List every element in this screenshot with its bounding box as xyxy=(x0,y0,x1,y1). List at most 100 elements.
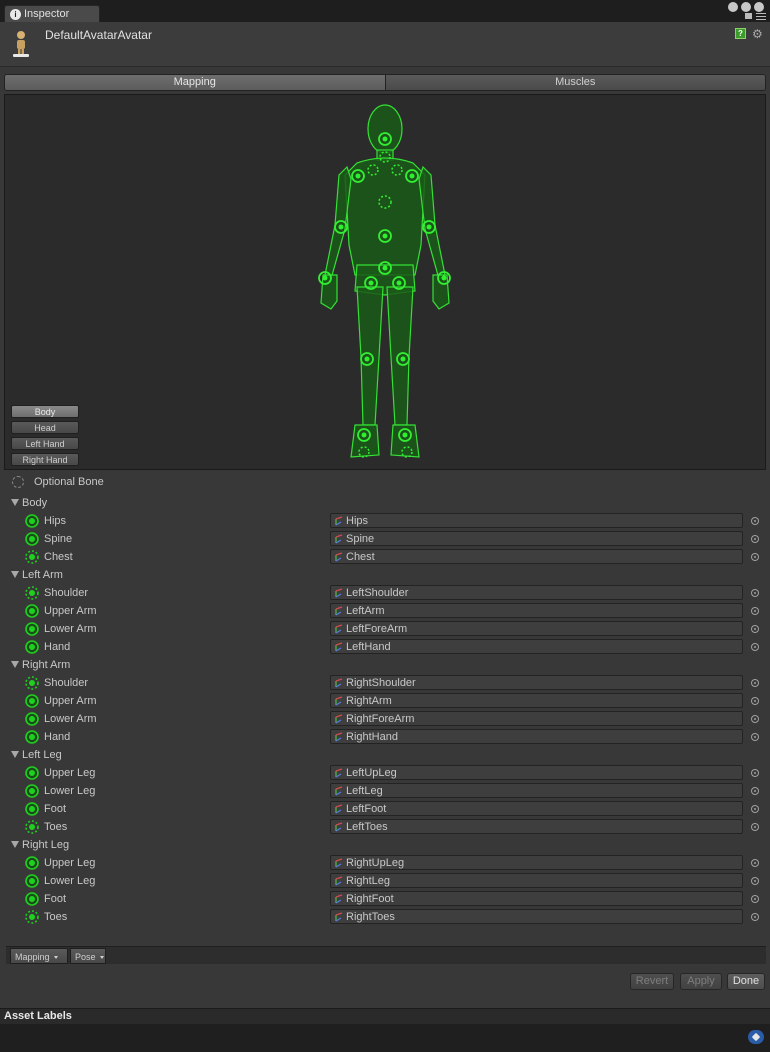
bone-row: Shoulder LeftShoulder xyxy=(0,584,770,602)
head-view-button[interactable]: Head xyxy=(11,421,79,434)
optional-bone-status-icon xyxy=(25,586,39,600)
bone-group-header[interactable]: Body xyxy=(0,494,770,512)
bone-transform-field[interactable]: LeftFoot xyxy=(330,801,743,816)
bone-transform-field[interactable]: RightUpLeg xyxy=(330,855,743,870)
bone-transform-field[interactable]: LeftUpLeg xyxy=(330,765,743,780)
bone-transform-field[interactable]: LeftLeg xyxy=(330,783,743,798)
apply-button[interactable]: Apply xyxy=(680,973,722,990)
bone-row: Upper Leg LeftUpLeg xyxy=(0,764,770,782)
object-picker-icon[interactable] xyxy=(751,877,759,885)
object-picker-icon[interactable] xyxy=(751,589,759,597)
bone-transform-value: LeftToes xyxy=(346,821,388,833)
object-picker-icon[interactable] xyxy=(751,787,759,795)
bone-name: Upper Arm xyxy=(44,695,97,707)
done-button[interactable]: Done xyxy=(727,973,765,990)
object-picker-icon[interactable] xyxy=(751,805,759,813)
foldout-arrow-icon[interactable] xyxy=(11,841,19,848)
inspector-header: DefaultAvatarAvatar ? ⚙ xyxy=(0,22,770,67)
mode-toggle: Mapping Muscles xyxy=(4,74,766,91)
foldout-arrow-icon[interactable] xyxy=(11,661,19,668)
bone-status-icon xyxy=(25,874,39,888)
bone-transform-value: LeftLeg xyxy=(346,785,383,797)
right-hand-view-button[interactable]: Right Hand xyxy=(11,453,79,466)
bone-name: Chest xyxy=(44,551,73,563)
bone-transform-field[interactable]: LeftForeArm xyxy=(330,621,743,636)
bone-transform-field[interactable]: RightArm xyxy=(330,693,743,708)
bone-group-header[interactable]: Left Arm xyxy=(0,566,770,584)
bone-group-header[interactable]: Left Leg xyxy=(0,746,770,764)
tab-muscles[interactable]: Muscles xyxy=(384,75,765,90)
object-picker-icon[interactable] xyxy=(751,823,759,831)
object-picker-icon[interactable] xyxy=(751,859,759,867)
bone-transform-value: RightShoulder xyxy=(346,677,416,689)
object-picker-icon[interactable] xyxy=(751,517,759,525)
bone-group-header[interactable]: Right Arm xyxy=(0,656,770,674)
transform-icon xyxy=(334,588,344,598)
legend-label: Optional Bone xyxy=(34,476,104,488)
object-picker-icon[interactable] xyxy=(751,697,759,705)
close-button[interactable] xyxy=(754,2,764,12)
bone-transform-field[interactable]: Hips xyxy=(330,513,743,528)
bone-row: Spine Spine xyxy=(0,530,770,548)
bone-transform-value: RightLeg xyxy=(346,875,391,887)
tab-inspector[interactable]: i Inspector xyxy=(4,5,100,22)
help-icon[interactable]: ? xyxy=(735,28,746,39)
object-picker-icon[interactable] xyxy=(751,553,759,561)
object-picker-icon[interactable] xyxy=(751,895,759,903)
object-picker-icon[interactable] xyxy=(751,625,759,633)
menu-icon[interactable] xyxy=(756,13,766,20)
bone-transform-field[interactable]: Spine xyxy=(330,531,743,546)
bone-row: Chest Chest xyxy=(0,548,770,566)
bone-name: Foot xyxy=(44,893,67,905)
object-picker-icon[interactable] xyxy=(751,733,759,741)
tab-mapping[interactable]: Mapping xyxy=(5,75,385,90)
object-picker-icon[interactable] xyxy=(751,913,759,921)
object-picker-icon[interactable] xyxy=(751,535,759,543)
bone-transform-field[interactable]: RightLeg xyxy=(330,873,743,888)
bone-transform-field[interactable]: LeftHand xyxy=(330,639,743,654)
foldout-arrow-icon[interactable] xyxy=(11,499,19,506)
optional-bone-status-icon xyxy=(25,676,39,690)
gear-icon[interactable]: ⚙ xyxy=(752,28,764,40)
bone-transform-field[interactable]: LeftToes xyxy=(330,819,743,834)
bone-group-title: Left Leg xyxy=(22,749,62,761)
chevron-down-icon xyxy=(99,956,104,960)
pose-dropdown[interactable]: Pose xyxy=(70,948,106,964)
left-hand-view-button[interactable]: Left Hand xyxy=(11,437,79,450)
bone-transform-field[interactable]: LeftArm xyxy=(330,603,743,618)
bone-transform-field[interactable]: RightFoot xyxy=(330,891,743,906)
bone-transform-field[interactable]: LeftShoulder xyxy=(330,585,743,600)
mapping-dropdown-label: Mapping xyxy=(15,952,50,962)
object-picker-icon[interactable] xyxy=(751,643,759,651)
foldout-arrow-icon[interactable] xyxy=(11,571,19,578)
tag-icon[interactable] xyxy=(748,1030,764,1044)
bone-transform-field[interactable]: RightHand xyxy=(330,729,743,744)
mapping-toolbar: Mapping Pose xyxy=(6,946,766,964)
bone-name: Lower Arm xyxy=(44,623,97,635)
bone-group-header[interactable]: Right Leg xyxy=(0,836,770,854)
bone-transform-field[interactable]: RightForeArm xyxy=(330,711,743,726)
optional-bone-status-icon xyxy=(25,550,39,564)
bone-transform-field[interactable]: Chest xyxy=(330,549,743,564)
transform-icon xyxy=(334,606,344,616)
avatar-viewport[interactable]: Body Head Left Hand Right Hand xyxy=(4,94,766,470)
bone-transform-value: Spine xyxy=(346,533,375,545)
revert-button[interactable]: Revert xyxy=(630,973,674,990)
object-picker-icon[interactable] xyxy=(751,715,759,723)
chevron-down-icon xyxy=(53,956,58,960)
mapping-dropdown[interactable]: Mapping xyxy=(10,948,68,964)
lock-icon[interactable] xyxy=(745,13,752,19)
bone-name: Toes xyxy=(44,911,68,923)
info-icon: i xyxy=(10,9,21,20)
bone-transform-field[interactable]: RightShoulder xyxy=(330,675,743,690)
body-view-button[interactable]: Body xyxy=(11,405,79,418)
object-picker-icon[interactable] xyxy=(751,769,759,777)
object-picker-icon[interactable] xyxy=(751,679,759,687)
foldout-arrow-icon[interactable] xyxy=(11,751,19,758)
object-picker-icon[interactable] xyxy=(751,607,759,615)
asset-title: DefaultAvatarAvatar xyxy=(45,28,152,42)
bone-transform-field[interactable]: RightToes xyxy=(330,909,743,924)
minimize-button[interactable] xyxy=(728,2,738,12)
maximize-button[interactable] xyxy=(741,2,751,12)
bone-status-icon xyxy=(25,514,39,528)
